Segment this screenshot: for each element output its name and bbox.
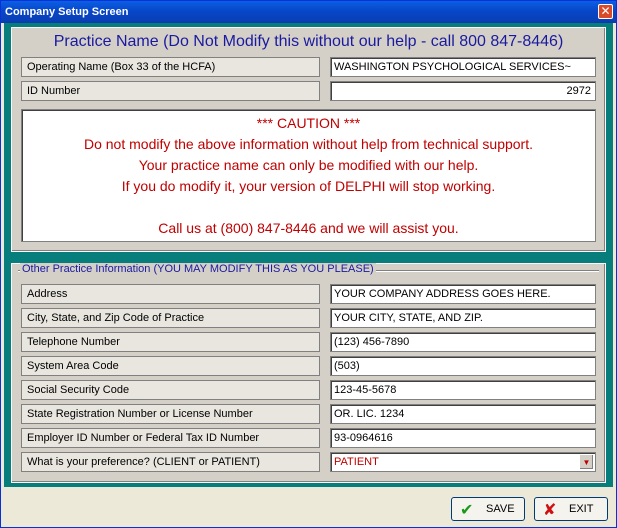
telephone-field[interactable]: (123) 456-7890: [330, 332, 596, 352]
city-state-zip-label: City, State, and Zip Code of Practice: [21, 308, 320, 328]
close-icon: ✘: [543, 500, 557, 519]
city-state-zip-field[interactable]: YOUR CITY, STATE, AND ZIP.: [330, 308, 596, 328]
id-number-label: ID Number: [21, 81, 320, 101]
license-field[interactable]: OR. LIC. 1234: [330, 404, 596, 424]
title-bar[interactable]: Company Setup Screen ✕: [1, 1, 616, 23]
address-label: Address: [21, 284, 320, 304]
tax-id-label: Employer ID Number or Federal Tax ID Num…: [21, 428, 320, 448]
chevron-down-icon[interactable]: ▼: [579, 454, 594, 470]
area-code-label: System Area Code: [21, 356, 320, 376]
company-setup-window: Company Setup Screen ✕ Practice Name (Do…: [0, 0, 617, 528]
form-background: Practice Name (Do Not Modify this withou…: [4, 23, 613, 487]
tax-id-field[interactable]: 93-0964616: [330, 428, 596, 448]
save-button[interactable]: ✔ SAVE: [451, 497, 525, 521]
area-code-field[interactable]: (503): [330, 356, 596, 376]
address-field[interactable]: YOUR COMPANY ADDRESS GOES HERE.: [330, 284, 596, 304]
practice-name-heading: Practice Name (Do Not Modify this withou…: [53, 33, 564, 50]
practice-name-panel: Practice Name (Do Not Modify this withou…: [11, 27, 606, 252]
caution-line: Do not modify the above information with…: [83, 136, 534, 152]
caution-box: *** CAUTION *** Do not modify the above …: [21, 109, 596, 242]
caution-heading: *** CAUTION ***: [256, 115, 361, 131]
license-label: State Registration Number or License Num…: [21, 404, 320, 424]
other-info-caption: Other Practice Information (YOU MAY MODI…: [20, 263, 376, 275]
preference-select[interactable]: PATIENT ▼: [330, 452, 596, 472]
ssn-field[interactable]: 123-45-5678: [330, 380, 596, 400]
operating-name-field[interactable]: WASHINGTON PSYCHOLOGICAL SERVICES~: [330, 57, 596, 77]
checkmark-icon: ✔: [460, 500, 474, 519]
ssn-label: Social Security Code: [21, 380, 320, 400]
button-bar: ✔ SAVE ✘ EXIT: [4, 487, 613, 525]
save-button-label: SAVE: [486, 503, 515, 515]
caution-call-line: Call us at (800) 847-8446 and we will as…: [158, 220, 459, 236]
exit-button-label: EXIT: [569, 503, 594, 515]
exit-button[interactable]: ✘ EXIT: [534, 497, 608, 521]
caution-line: If you do modify it, your version of DEL…: [121, 178, 496, 194]
close-icon[interactable]: ✕: [598, 4, 613, 19]
operating-name-label: Operating Name (Box 33 of the HCFA): [21, 57, 320, 77]
id-number-field[interactable]: 2972: [330, 81, 596, 101]
preference-value: PATIENT: [334, 456, 379, 468]
caution-line: Your practice name can only be modified …: [138, 157, 479, 173]
window-title: Company Setup Screen: [5, 6, 129, 18]
preference-label: What is your preference? (CLIENT or PATI…: [21, 452, 320, 472]
other-info-panel: Other Practice Information (YOU MAY MODI…: [11, 263, 606, 483]
caution-spacer: [22, 197, 595, 218]
telephone-label: Telephone Number: [21, 332, 320, 352]
